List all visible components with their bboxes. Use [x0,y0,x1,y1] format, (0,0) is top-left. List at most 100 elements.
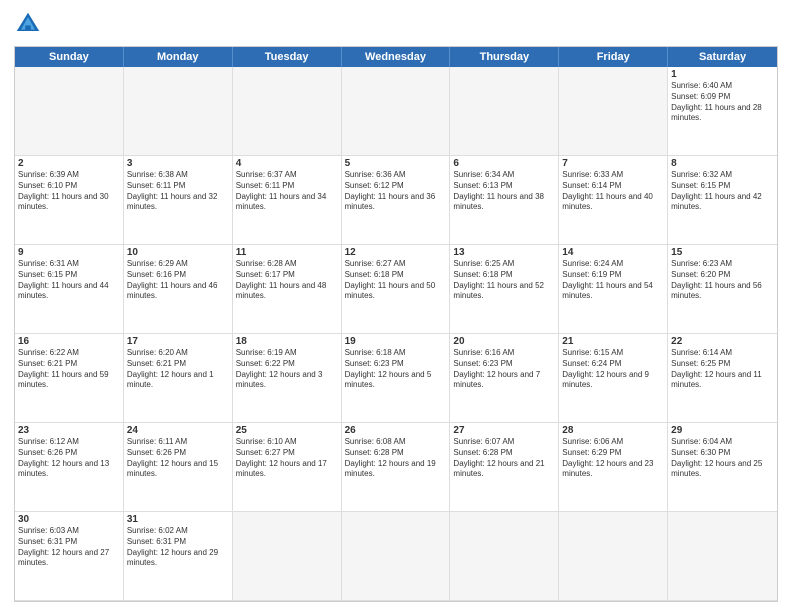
day-number: 11 [236,247,338,258]
day-cell: 29Sunrise: 6:04 AMSunset: 6:30 PMDayligh… [668,423,777,512]
cell-info: Sunrise: 6:28 AMSunset: 6:17 PMDaylight:… [236,259,338,302]
day-header: Tuesday [233,47,342,67]
cell-info: Sunrise: 6:19 AMSunset: 6:22 PMDaylight:… [236,348,338,391]
cell-info: Sunrise: 6:31 AMSunset: 6:15 PMDaylight:… [18,259,120,302]
day-number: 28 [562,425,664,436]
day-number: 24 [127,425,229,436]
calendar-grid: 1Sunrise: 6:40 AMSunset: 6:09 PMDaylight… [15,67,777,601]
day-cell: 10Sunrise: 6:29 AMSunset: 6:16 PMDayligh… [124,245,233,334]
day-headers: SundayMondayTuesdayWednesdayThursdayFrid… [15,47,777,67]
day-cell: 15Sunrise: 6:23 AMSunset: 6:20 PMDayligh… [668,245,777,334]
day-cell: 13Sunrise: 6:25 AMSunset: 6:18 PMDayligh… [450,245,559,334]
cell-info: Sunrise: 6:11 AMSunset: 6:26 PMDaylight:… [127,437,229,480]
day-cell: 6Sunrise: 6:34 AMSunset: 6:13 PMDaylight… [450,156,559,245]
day-cell: 12Sunrise: 6:27 AMSunset: 6:18 PMDayligh… [342,245,451,334]
empty-cell [559,67,668,156]
cell-info: Sunrise: 6:36 AMSunset: 6:12 PMDaylight:… [345,170,447,213]
day-cell: 31Sunrise: 6:02 AMSunset: 6:31 PMDayligh… [124,512,233,601]
day-header: Thursday [450,47,559,67]
cell-info: Sunrise: 6:18 AMSunset: 6:23 PMDaylight:… [345,348,447,391]
day-cell: 17Sunrise: 6:20 AMSunset: 6:21 PMDayligh… [124,334,233,423]
cell-info: Sunrise: 6:24 AMSunset: 6:19 PMDaylight:… [562,259,664,302]
day-cell: 2Sunrise: 6:39 AMSunset: 6:10 PMDaylight… [15,156,124,245]
day-cell: 11Sunrise: 6:28 AMSunset: 6:17 PMDayligh… [233,245,342,334]
day-number: 12 [345,247,447,258]
empty-cell [124,67,233,156]
empty-cell [233,67,342,156]
day-cell: 27Sunrise: 6:07 AMSunset: 6:28 PMDayligh… [450,423,559,512]
empty-cell [233,512,342,601]
day-number: 6 [453,158,555,169]
cell-info: Sunrise: 6:39 AMSunset: 6:10 PMDaylight:… [18,170,120,213]
day-number: 13 [453,247,555,258]
day-cell: 8Sunrise: 6:32 AMSunset: 6:15 PMDaylight… [668,156,777,245]
day-cell: 4Sunrise: 6:37 AMSunset: 6:11 PMDaylight… [233,156,342,245]
day-cell: 19Sunrise: 6:18 AMSunset: 6:23 PMDayligh… [342,334,451,423]
cell-info: Sunrise: 6:32 AMSunset: 6:15 PMDaylight:… [671,170,774,213]
day-cell: 26Sunrise: 6:08 AMSunset: 6:28 PMDayligh… [342,423,451,512]
cell-info: Sunrise: 6:04 AMSunset: 6:30 PMDaylight:… [671,437,774,480]
day-number: 9 [18,247,120,258]
day-header: Friday [559,47,668,67]
day-header: Monday [124,47,233,67]
day-number: 14 [562,247,664,258]
day-number: 15 [671,247,774,258]
cell-info: Sunrise: 6:10 AMSunset: 6:27 PMDaylight:… [236,437,338,480]
empty-cell [450,67,559,156]
day-cell: 24Sunrise: 6:11 AMSunset: 6:26 PMDayligh… [124,423,233,512]
cell-info: Sunrise: 6:12 AMSunset: 6:26 PMDaylight:… [18,437,120,480]
day-number: 23 [18,425,120,436]
empty-cell [15,67,124,156]
day-number: 5 [345,158,447,169]
empty-cell [450,512,559,601]
cell-info: Sunrise: 6:22 AMSunset: 6:21 PMDaylight:… [18,348,120,391]
day-number: 2 [18,158,120,169]
cell-info: Sunrise: 6:07 AMSunset: 6:28 PMDaylight:… [453,437,555,480]
day-cell: 23Sunrise: 6:12 AMSunset: 6:26 PMDayligh… [15,423,124,512]
day-cell: 20Sunrise: 6:16 AMSunset: 6:23 PMDayligh… [450,334,559,423]
cell-info: Sunrise: 6:27 AMSunset: 6:18 PMDaylight:… [345,259,447,302]
cell-info: Sunrise: 6:03 AMSunset: 6:31 PMDaylight:… [18,526,120,569]
cell-info: Sunrise: 6:33 AMSunset: 6:14 PMDaylight:… [562,170,664,213]
day-number: 29 [671,425,774,436]
day-number: 10 [127,247,229,258]
day-header: Saturday [668,47,777,67]
day-number: 22 [671,336,774,347]
calendar: SundayMondayTuesdayWednesdayThursdayFrid… [14,46,778,602]
day-header: Sunday [15,47,124,67]
empty-cell [342,512,451,601]
cell-info: Sunrise: 6:06 AMSunset: 6:29 PMDaylight:… [562,437,664,480]
day-number: 7 [562,158,664,169]
cell-info: Sunrise: 6:38 AMSunset: 6:11 PMDaylight:… [127,170,229,213]
cell-info: Sunrise: 6:20 AMSunset: 6:21 PMDaylight:… [127,348,229,391]
empty-cell [668,512,777,601]
day-number: 26 [345,425,447,436]
logo [14,10,46,38]
day-cell: 30Sunrise: 6:03 AMSunset: 6:31 PMDayligh… [15,512,124,601]
page: SundayMondayTuesdayWednesdayThursdayFrid… [0,0,792,612]
logo-icon [14,10,42,38]
day-cell: 28Sunrise: 6:06 AMSunset: 6:29 PMDayligh… [559,423,668,512]
cell-info: Sunrise: 6:40 AMSunset: 6:09 PMDaylight:… [671,81,774,124]
day-number: 20 [453,336,555,347]
day-number: 1 [671,69,774,80]
day-number: 16 [18,336,120,347]
day-cell: 7Sunrise: 6:33 AMSunset: 6:14 PMDaylight… [559,156,668,245]
cell-info: Sunrise: 6:14 AMSunset: 6:25 PMDaylight:… [671,348,774,391]
day-number: 4 [236,158,338,169]
day-number: 21 [562,336,664,347]
day-number: 30 [18,514,120,525]
day-cell: 16Sunrise: 6:22 AMSunset: 6:21 PMDayligh… [15,334,124,423]
cell-info: Sunrise: 6:08 AMSunset: 6:28 PMDaylight:… [345,437,447,480]
day-number: 8 [671,158,774,169]
empty-cell [342,67,451,156]
cell-info: Sunrise: 6:23 AMSunset: 6:20 PMDaylight:… [671,259,774,302]
day-header: Wednesday [342,47,451,67]
cell-info: Sunrise: 6:15 AMSunset: 6:24 PMDaylight:… [562,348,664,391]
day-cell: 1Sunrise: 6:40 AMSunset: 6:09 PMDaylight… [668,67,777,156]
day-number: 19 [345,336,447,347]
day-number: 27 [453,425,555,436]
header [14,10,778,38]
cell-info: Sunrise: 6:16 AMSunset: 6:23 PMDaylight:… [453,348,555,391]
day-cell: 25Sunrise: 6:10 AMSunset: 6:27 PMDayligh… [233,423,342,512]
